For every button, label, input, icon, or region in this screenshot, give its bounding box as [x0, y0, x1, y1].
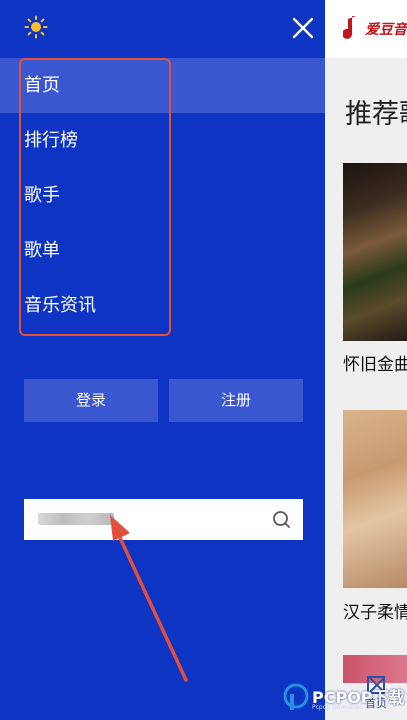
drawer-header — [0, 0, 325, 58]
music-note-logo-icon — [343, 16, 356, 39]
sun-icon[interactable] — [24, 15, 48, 39]
annotation-arrow-icon — [110, 515, 188, 682]
playlist-card-title[interactable]: 汉子柔情 — [343, 598, 407, 623]
side-drawer: 首页 排行榜 歌手 歌单 音乐资讯 登录 注册 — [0, 0, 325, 720]
watermark: PCPOP下载 Pcpop Download — [278, 678, 407, 720]
app-logo-text: 爱豆音 — [365, 22, 407, 38]
playlist-card-cover[interactable] — [343, 410, 407, 588]
annotation-highlight-box — [19, 58, 171, 336]
watermark-subtext: Pcpop Download — [312, 704, 362, 711]
search-icon[interactable] — [271, 509, 293, 531]
background-page: 爱豆音 推荐歌 怀旧金曲 汉子柔情 首页 — [325, 0, 407, 720]
background-header: 爱豆音 — [325, 0, 407, 58]
close-icon[interactable] — [290, 15, 316, 41]
playlist-card-title[interactable]: 怀旧金曲 — [343, 350, 407, 375]
watermark-logo-icon — [283, 683, 309, 710]
login-button[interactable]: 登录 — [24, 379, 158, 422]
playlist-card-cover[interactable] — [343, 163, 407, 341]
register-button[interactable]: 注册 — [169, 379, 303, 422]
recommend-section-title: 推荐歌 — [345, 99, 407, 130]
